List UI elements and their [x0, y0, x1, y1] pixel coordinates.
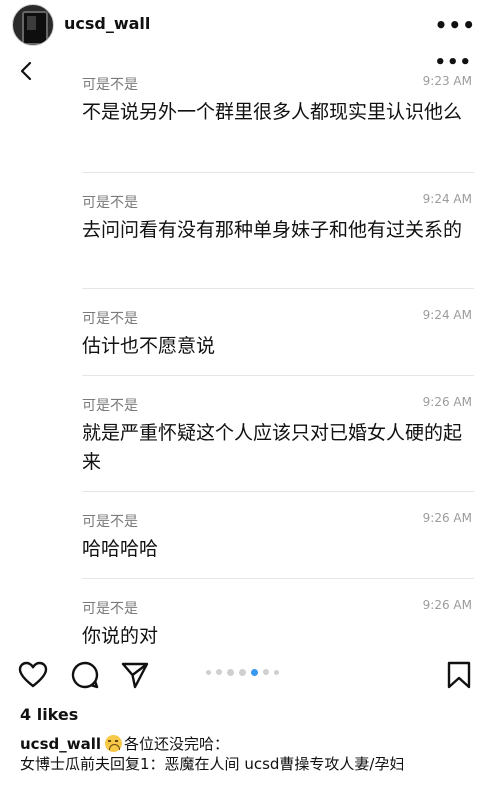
post-caption: ucsd_wall 各位还没完哈： 女博士瓜前夫回复1：恶魔在人间 ucsd曹操专… [20, 734, 480, 774]
message-divider [82, 172, 474, 173]
profile-avatar[interactable] [12, 4, 54, 46]
carousel-dot [239, 669, 246, 676]
share-icon[interactable] [120, 660, 150, 690]
message-time: 9:26 AM [422, 598, 472, 612]
message-sender: 可是不是 [82, 601, 138, 617]
likes-count[interactable]: 4 likes [20, 705, 78, 724]
caption-line-1: 各位还没完哈： [124, 735, 230, 753]
action-bar [0, 650, 494, 698]
message-sender: 可是不是 [82, 311, 138, 327]
message-sender: 可是不是 [82, 77, 138, 93]
message-text: 你说的对 [82, 625, 159, 647]
message-text: 去问问看有没有那种单身妹子和他有过关系的 [82, 219, 463, 241]
carousel-dot [274, 670, 279, 675]
message-time: 9:26 AM [422, 395, 472, 409]
more-options-icon[interactable]: ••• [435, 13, 476, 37]
message-sender: 可是不是 [82, 514, 138, 530]
comment-icon[interactable] [70, 660, 100, 690]
header-username[interactable]: ucsd_wall [64, 14, 150, 33]
post-image: ••• 可是不是 9:23 AM 不是说另外一个群里很多人都现实里认识他么 可是… [0, 50, 494, 650]
post-header: ucsd_wall ••• [0, 0, 494, 50]
carousel-dot [206, 670, 211, 675]
heart-icon[interactable] [18, 660, 48, 690]
carousel-dot [216, 669, 222, 675]
message-time: 9:23 AM [422, 74, 472, 88]
message-sender: 可是不是 [82, 398, 138, 414]
message-time: 9:26 AM [422, 511, 472, 525]
caption-line-2: 女博士瓜前夫回复1：恶魔在人间 ucsd曹操专攻人妻/孕妇 [20, 755, 405, 773]
message-text: 估计也不愿意说 [82, 335, 216, 357]
carousel-dot [263, 669, 269, 675]
message-divider [82, 375, 474, 376]
carousel-dot-active [251, 669, 258, 676]
message-divider [82, 578, 474, 579]
message-divider [82, 491, 474, 492]
message-time: 9:24 AM [422, 308, 472, 322]
carousel-dot [227, 669, 234, 676]
caption-username[interactable]: ucsd_wall [20, 735, 101, 753]
bookmark-icon[interactable] [444, 660, 474, 690]
back-chevron-icon [20, 61, 32, 81]
message-text: 不是说另外一个群里很多人都现实里认识他么 [82, 101, 463, 123]
message-time: 9:24 AM [422, 192, 472, 206]
message-text: 就是严重怀疑这个人应该只对已婚女人硬的起来 [82, 422, 463, 473]
message-divider [82, 288, 474, 289]
worried-face-emoji-icon [105, 735, 122, 752]
message-text: 哈哈哈哈 [82, 538, 159, 560]
chat-more-icon: ••• [434, 52, 472, 73]
message-sender: 可是不是 [82, 195, 138, 211]
